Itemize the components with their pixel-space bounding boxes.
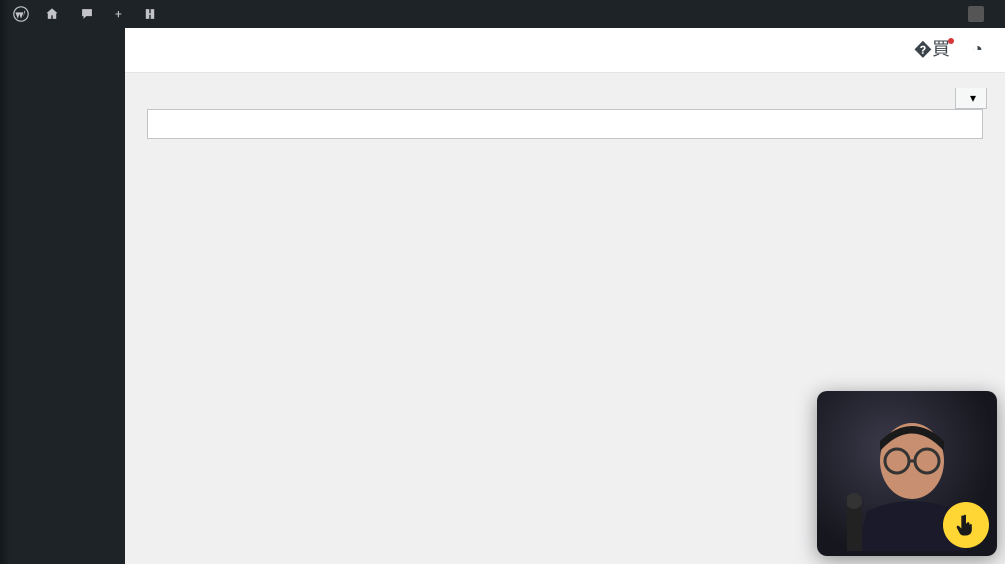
- wp-logo[interactable]: [6, 0, 36, 28]
- hostinger-icon: [143, 7, 157, 21]
- pointer-hand-icon: [952, 511, 980, 539]
- activity-button[interactable]: �買: [914, 40, 950, 62]
- pointer-badge: [943, 502, 989, 548]
- add-new[interactable]: +: [108, 0, 134, 28]
- wordpress-icon: [13, 6, 29, 22]
- finalize-setup-button[interactable]: ◔: [972, 40, 983, 62]
- plus-icon: +: [115, 7, 122, 21]
- video-overlay: [817, 391, 997, 556]
- page-header: �買 ◔: [125, 28, 1005, 73]
- site-link[interactable]: [38, 0, 71, 28]
- hostinger-link[interactable]: [136, 0, 169, 28]
- user-menu[interactable]: [950, 0, 991, 28]
- admin-bar: +: [0, 0, 1005, 28]
- avatar: [968, 6, 984, 22]
- emails-table: [147, 109, 983, 139]
- admin-sidebar: [0, 28, 125, 564]
- comment-icon: [80, 7, 94, 21]
- activity-icon: �買: [914, 40, 950, 60]
- clock-icon: ◔: [972, 40, 983, 60]
- chevron-down-icon: ▾: [970, 91, 976, 105]
- comments-link[interactable]: [73, 0, 106, 28]
- home-icon: [45, 7, 59, 21]
- table-header-row: [148, 110, 982, 138]
- help-tab[interactable]: ▾: [955, 88, 987, 109]
